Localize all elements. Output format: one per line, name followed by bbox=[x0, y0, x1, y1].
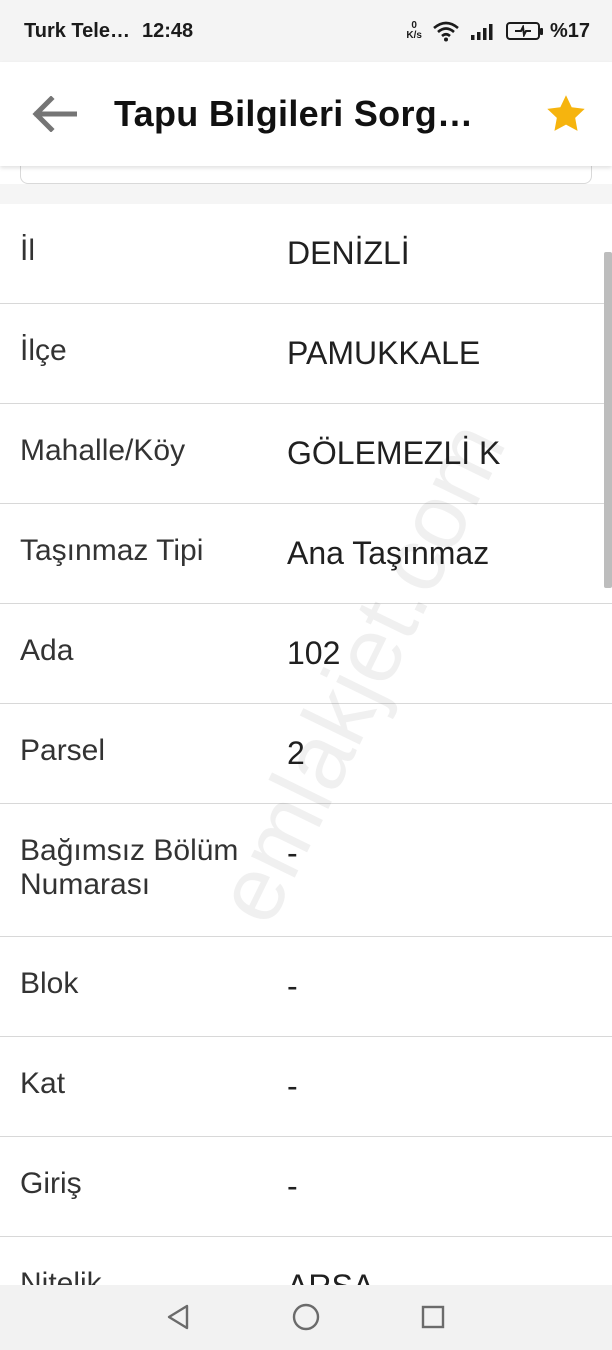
row-value: - bbox=[287, 968, 298, 1004]
list-item: Taşınmaz Tipi Ana Taşınmaz bbox=[0, 504, 612, 604]
page-title: Tapu Bilgileri Sorg… bbox=[114, 93, 474, 134]
net-speed: 0 K/s bbox=[406, 21, 422, 41]
arrow-left-icon bbox=[32, 96, 77, 132]
row-value: - bbox=[287, 1168, 298, 1204]
back-button[interactable] bbox=[24, 84, 84, 144]
system-nav-bar bbox=[0, 1285, 612, 1350]
star-icon[interactable] bbox=[544, 92, 588, 136]
list-item: Giriş - bbox=[0, 1137, 612, 1237]
status-icons: 0 K/s %17 bbox=[406, 20, 590, 43]
list-item: Bağımsız Bölüm Numarası - bbox=[0, 804, 612, 937]
battery-icon bbox=[505, 22, 543, 40]
row-value: - bbox=[287, 1068, 298, 1104]
list-item: İlçe PAMUKKALE bbox=[0, 304, 612, 404]
row-label: Giriş bbox=[20, 1167, 82, 1200]
row-value: 2 bbox=[287, 735, 305, 771]
list-item: Ada 102 bbox=[0, 604, 612, 704]
row-value: - bbox=[287, 835, 298, 871]
row-label: Bağımsız Bölüm Numarası bbox=[20, 834, 239, 901]
status-bar: Turk Tele… 12:48 0 K/s %17 bbox=[0, 0, 612, 62]
nav-recents-button[interactable] bbox=[413, 1297, 453, 1337]
list-item: Mahalle/Köy GÖLEMEZLİ K bbox=[0, 404, 612, 504]
row-label: Kat bbox=[20, 1067, 66, 1100]
section-divider bbox=[0, 184, 612, 204]
row-label: Mahalle/Köy bbox=[20, 434, 186, 467]
row-label: Taşınmaz Tipi bbox=[20, 534, 204, 567]
clock: 12:48 bbox=[141, 19, 194, 42]
row-label: Parsel bbox=[20, 734, 106, 767]
row-label: Ada bbox=[20, 634, 74, 667]
list-item: Kat - bbox=[0, 1037, 612, 1137]
square-recents-icon bbox=[421, 1305, 445, 1329]
property-info-list: İl DENİZLİ İlçe PAMUKKALE Mahalle/Köy GÖ… bbox=[0, 204, 612, 1297]
row-value: GÖLEMEZLİ K bbox=[287, 435, 501, 471]
carrier-name: Turk Tele… bbox=[24, 19, 130, 42]
list-item: Blok - bbox=[0, 937, 612, 1037]
row-label: İlçe bbox=[20, 334, 67, 367]
circle-home-icon bbox=[292, 1303, 320, 1331]
wifi-icon bbox=[433, 21, 459, 42]
nav-home-button[interactable] bbox=[286, 1297, 326, 1337]
triangle-back-icon bbox=[167, 1304, 189, 1330]
row-label: İl bbox=[20, 234, 35, 267]
scrollbar[interactable] bbox=[604, 252, 612, 588]
app-bar: Tapu Bilgileri Sorg… bbox=[0, 62, 612, 166]
net-speed-unit: K/s bbox=[406, 30, 422, 41]
nav-back-button[interactable] bbox=[158, 1297, 198, 1337]
row-value: PAMUKKALE bbox=[287, 335, 481, 371]
row-value: DENİZLİ bbox=[287, 235, 410, 271]
row-value: 102 bbox=[287, 635, 341, 671]
search-card bbox=[20, 166, 592, 184]
list-item: Parsel 2 bbox=[0, 704, 612, 804]
battery-level: %17 bbox=[549, 19, 590, 42]
row-label: Blok bbox=[20, 967, 79, 1000]
row-value: Ana Taşınmaz bbox=[287, 535, 490, 571]
signal-icon bbox=[470, 24, 493, 40]
list-item: İl DENİZLİ bbox=[0, 204, 612, 304]
